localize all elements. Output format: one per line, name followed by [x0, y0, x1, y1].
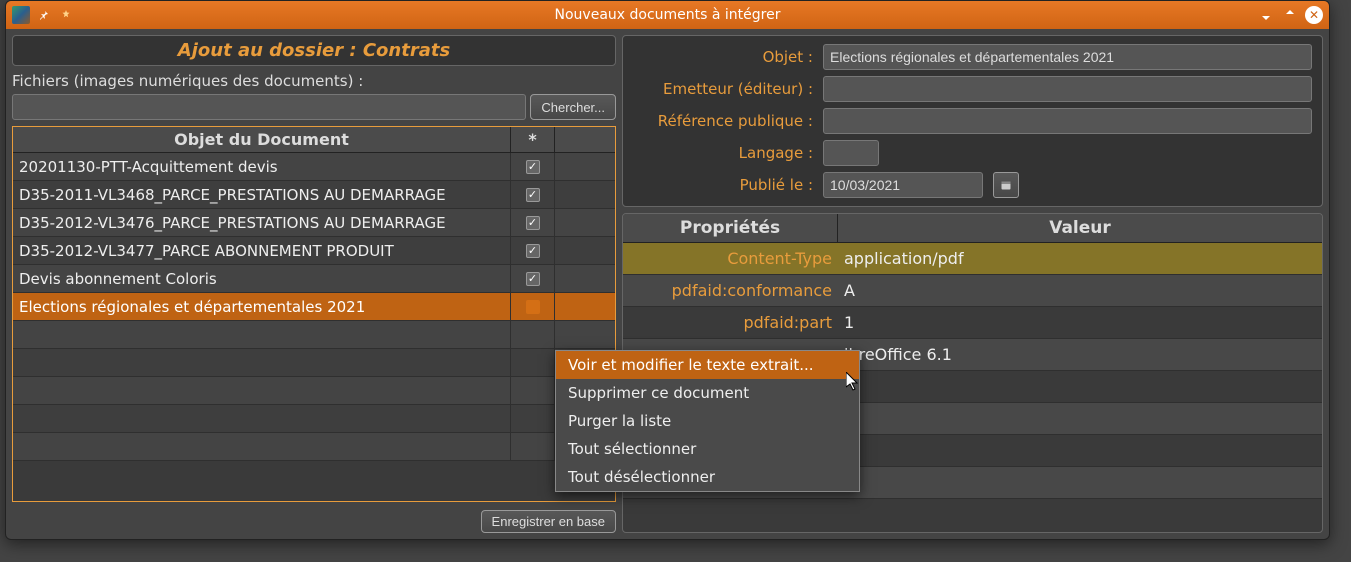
- cell-checkbox[interactable]: [511, 377, 555, 404]
- label-emetteur: Emetteur (éditeur) :: [633, 80, 813, 98]
- calendar-icon[interactable]: [993, 172, 1019, 198]
- col-extra-header[interactable]: [555, 127, 615, 152]
- context-menu-item[interactable]: Tout sélectionner: [556, 435, 859, 463]
- col-value-header[interactable]: Valeur: [838, 214, 1322, 242]
- label-langage: Langage :: [633, 144, 813, 162]
- property-value: ibreOffice 6.1: [838, 345, 1322, 364]
- input-langage[interactable]: [823, 140, 879, 166]
- table-row[interactable]: [13, 405, 615, 433]
- property-row[interactable]: pdfaid:conformanceA: [623, 275, 1322, 307]
- property-row[interactable]: Content-Typeapplication/pdf: [623, 243, 1322, 275]
- cell-object: [13, 321, 511, 348]
- metadata-form: Objet : Emetteur (éditeur) : Référence p…: [622, 35, 1323, 207]
- checkbox-icon[interactable]: [526, 188, 540, 202]
- cell-checkbox[interactable]: [511, 237, 555, 264]
- minimize-button[interactable]: [1257, 6, 1275, 24]
- save-button[interactable]: Enregistrer en base: [481, 510, 616, 533]
- cell-extra: [555, 293, 615, 320]
- files-label: Fichiers (images numériques des document…: [12, 72, 616, 90]
- table-row[interactable]: D35-2011-VL3468_PARCE_PRESTATIONS AU DEM…: [13, 181, 615, 209]
- cell-checkbox[interactable]: [511, 153, 555, 180]
- cell-checkbox[interactable]: [511, 293, 555, 320]
- titlebar[interactable]: Nouveaux documents à intégrer ✕: [6, 1, 1329, 29]
- table-row[interactable]: [13, 349, 615, 377]
- pin-icon[interactable]: [36, 7, 52, 23]
- input-reference[interactable]: [823, 108, 1312, 134]
- table-row[interactable]: 20201130-PTT-Acquittement devis: [13, 153, 615, 181]
- checkbox-icon[interactable]: [526, 272, 540, 286]
- cell-object: [13, 433, 511, 460]
- cell-object: D35-2011-VL3468_PARCE_PRESTATIONS AU DEM…: [13, 181, 511, 208]
- cell-checkbox[interactable]: [511, 405, 555, 432]
- checkbox-icon[interactable]: [526, 300, 540, 314]
- col-object-header[interactable]: Objet du Document: [13, 127, 511, 152]
- table-row[interactable]: [13, 433, 615, 461]
- table-row[interactable]: Devis abonnement Coloris: [13, 265, 615, 293]
- property-row[interactable]: pdfaid:part1: [623, 307, 1322, 339]
- cell-extra: [555, 265, 615, 292]
- context-menu: Voir et modifier le texte extrait...Supp…: [555, 350, 860, 492]
- cell-extra: [555, 209, 615, 236]
- cell-extra: [555, 237, 615, 264]
- app-icon: [12, 6, 30, 24]
- cell-checkbox[interactable]: [511, 181, 555, 208]
- checkbox-icon[interactable]: [526, 160, 540, 174]
- cell-object: [13, 349, 511, 376]
- window-title: Nouveaux documents à intégrer: [555, 7, 781, 23]
- table-row[interactable]: Elections régionales et départementales …: [13, 293, 615, 321]
- cell-object: D35-2012-VL3477_PARCE ABONNEMENT PRODUIT: [13, 237, 511, 264]
- cell-object: Devis abonnement Coloris: [13, 265, 511, 292]
- table-row[interactable]: [13, 321, 615, 349]
- property-value: application/pdf: [838, 249, 1322, 268]
- browse-button[interactable]: Chercher...: [530, 94, 616, 120]
- label-reference: Référence publique :: [633, 112, 813, 130]
- cell-object: [13, 405, 511, 432]
- context-menu-item[interactable]: Supprimer ce document: [556, 379, 859, 407]
- cell-checkbox[interactable]: [511, 209, 555, 236]
- settings-star-icon[interactable]: [58, 7, 74, 23]
- cell-checkbox[interactable]: [511, 433, 555, 460]
- mouse-cursor: [846, 372, 862, 396]
- property-key: pdfaid:conformance: [623, 281, 838, 300]
- input-emetteur[interactable]: [823, 76, 1312, 102]
- cell-object: D35-2012-VL3476_PARCE_PRESTATIONS AU DEM…: [13, 209, 511, 236]
- page-title: Ajout au dossier : Contrats: [23, 40, 605, 61]
- cell-object: 20201130-PTT-Acquittement devis: [13, 153, 511, 180]
- cell-object: Elections régionales et départementales …: [13, 293, 511, 320]
- cell-extra: [555, 321, 615, 348]
- checkbox-icon[interactable]: [526, 244, 540, 258]
- input-objet[interactable]: [823, 44, 1312, 70]
- files-input[interactable]: [12, 94, 526, 120]
- input-publie[interactable]: [823, 172, 983, 198]
- property-key: Content-Type: [623, 249, 838, 268]
- cell-checkbox[interactable]: [511, 321, 555, 348]
- context-menu-item[interactable]: Voir et modifier le texte extrait...: [556, 351, 859, 379]
- checkbox-icon[interactable]: [526, 216, 540, 230]
- table-row[interactable]: D35-2012-VL3477_PARCE ABONNEMENT PRODUIT: [13, 237, 615, 265]
- table-row[interactable]: D35-2012-VL3476_PARCE_PRESTATIONS AU DEM…: [13, 209, 615, 237]
- label-objet: Objet :: [633, 48, 813, 66]
- cell-checkbox[interactable]: [511, 349, 555, 376]
- col-star-header[interactable]: *: [511, 127, 555, 152]
- documents-table: Objet du Document * 20201130-PTT-Acquitt…: [12, 126, 616, 502]
- context-menu-item[interactable]: Purger la liste: [556, 407, 859, 435]
- cell-extra: [555, 153, 615, 180]
- property-value: A: [838, 281, 1322, 300]
- cell-object: [13, 377, 511, 404]
- left-panel: Ajout au dossier : Contrats Fichiers (im…: [12, 35, 616, 533]
- label-publie: Publié le :: [633, 176, 813, 194]
- cell-checkbox[interactable]: [511, 265, 555, 292]
- table-row[interactable]: [13, 377, 615, 405]
- close-button[interactable]: ✕: [1305, 6, 1323, 24]
- property-value: 1: [838, 313, 1322, 332]
- maximize-button[interactable]: [1281, 6, 1299, 24]
- property-key: pdfaid:part: [623, 313, 838, 332]
- context-menu-item[interactable]: Tout désélectionner: [556, 463, 859, 491]
- cell-extra: [555, 181, 615, 208]
- col-properties-header[interactable]: Propriétés: [623, 214, 838, 242]
